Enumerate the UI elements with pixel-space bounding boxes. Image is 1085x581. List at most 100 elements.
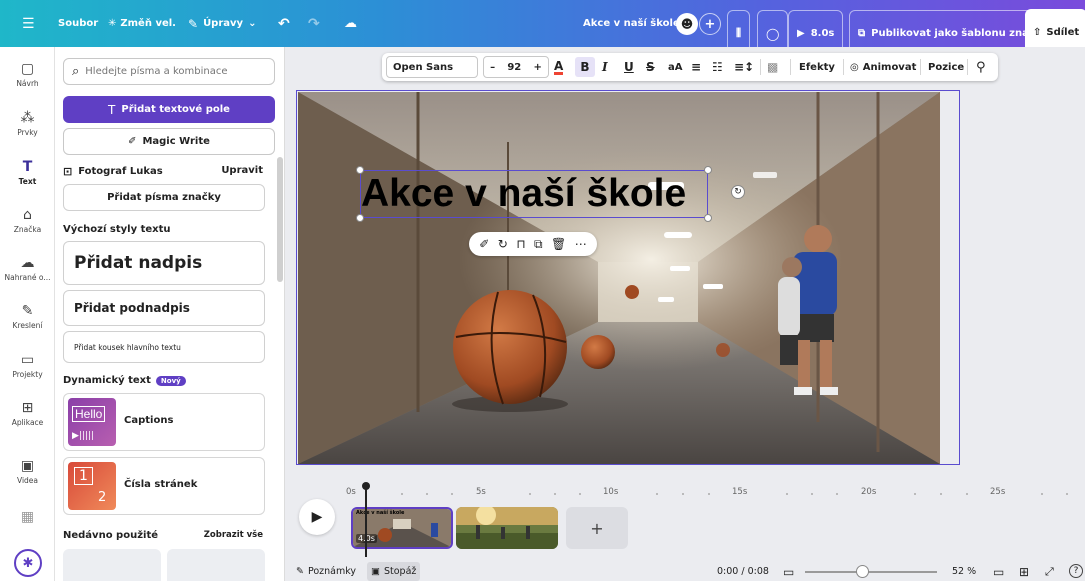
duplicate-icon[interactable]: ⧉	[534, 237, 543, 252]
rail-item-text[interactable]: T Text	[0, 159, 55, 186]
search-input[interactable]	[85, 66, 256, 77]
more-icon[interactable]: ⋯	[575, 237, 587, 251]
background-photo[interactable]	[298, 92, 940, 464]
resize-handle[interactable]	[356, 166, 364, 174]
upload-icon: ☁	[20, 255, 35, 271]
add-subheading-button[interactable]: Přidat podnadpis	[63, 290, 265, 326]
add-collaborator-button[interactable]: +	[699, 13, 721, 35]
captions-card[interactable]: Hello ▶||||| Captions	[63, 393, 265, 451]
document-title[interactable]: Akce v naší škole	[583, 0, 680, 47]
add-heading-button[interactable]: Přidat nadpis	[63, 241, 265, 285]
rail-item-more[interactable]: ▦	[0, 509, 55, 527]
strikethrough-button[interactable]: S	[646, 53, 655, 81]
help-icon[interactable]: ?	[1069, 564, 1083, 578]
effects-button[interactable]: Efekty	[799, 53, 835, 81]
timeline-clip-2[interactable]	[456, 507, 558, 549]
avatar[interactable]: ☻	[676, 13, 698, 35]
timeline-dot	[1066, 493, 1068, 495]
notes-button[interactable]: ✎ Poznámky	[296, 562, 356, 581]
add-body-text-button[interactable]: Přidat kousek hlavního textu	[63, 331, 265, 363]
position-button[interactable]: Pozice	[928, 53, 964, 81]
sparkle-icon: ✱	[22, 555, 34, 571]
page-numbers-card[interactable]: 1 2 Čísla stránek	[63, 457, 265, 515]
paint-format-icon[interactable]: ⚲	[976, 53, 986, 81]
font-size-stepper[interactable]: – 92 +	[483, 56, 549, 78]
align-icon[interactable]: ≡	[691, 53, 701, 81]
playhead-handle[interactable]	[362, 482, 370, 490]
redo-icon[interactable]: ↷	[308, 0, 320, 47]
lock-icon[interactable]: ⊓	[516, 237, 525, 251]
rail-item-uploads[interactable]: ☁ Nahrané o...	[0, 255, 55, 282]
transparency-icon[interactable]: ▩	[767, 53, 778, 81]
animate-icon: ◎	[850, 61, 859, 73]
text-toolbar: Open Sans – 92 + A B I U S aA ≡ ☷ ≡↕ ▩ E…	[382, 53, 998, 81]
panel-scrollbar[interactable]	[277, 157, 283, 287]
title-textbox[interactable]: Akce v naší škole	[360, 170, 708, 218]
timeline-tick: 10s	[603, 487, 619, 497]
rail-item-projects[interactable]: ▭ Projekty	[0, 352, 55, 379]
rail-item-videos[interactable]: ▣ Videa	[0, 458, 55, 485]
undo-icon[interactable]: ↶	[278, 0, 290, 47]
cloud-saved-icon[interactable]: ☁	[344, 0, 357, 47]
page-view-icon[interactable]: ▭	[783, 562, 794, 581]
bold-icon: B	[580, 60, 590, 74]
add-brand-fonts-button[interactable]: Přidat písma značky	[63, 184, 265, 211]
font-family-select[interactable]: Open Sans	[386, 56, 478, 78]
grid-view-icon[interactable]: ⊞	[1019, 562, 1029, 581]
timeline-dot	[579, 493, 581, 495]
timeline-toggle-button[interactable]: ▣ Stopáž	[367, 562, 421, 581]
magic-write-button[interactable]: ✐ Magic Write	[63, 128, 275, 155]
magic-assistant-button[interactable]: ✱	[14, 549, 42, 577]
zoom-slider[interactable]	[805, 571, 937, 573]
rail-item-elements[interactable]: ⁂ Prvky	[0, 110, 55, 137]
font-search[interactable]: ⌕	[63, 58, 275, 85]
play-button[interactable]: ▶	[299, 499, 335, 535]
canvas-title[interactable]: Akce v naší škole	[361, 171, 709, 219]
see-all-link[interactable]: Zobrazit vše	[204, 530, 263, 541]
add-textbox-button[interactable]: T Přidat textové pole	[63, 96, 275, 123]
animate-button[interactable]: ◎ Animovat	[850, 53, 916, 81]
spacing-icon[interactable]: ≡↕	[734, 53, 754, 81]
resize-handle[interactable]	[704, 214, 712, 222]
playhead[interactable]	[365, 485, 367, 557]
recent-item[interactable]	[63, 549, 161, 581]
replace-icon[interactable]: ↻	[498, 237, 508, 251]
file-menu[interactable]: Soubor	[58, 0, 98, 47]
magic-edit-icon[interactable]: ✐	[479, 237, 489, 251]
rail-item-brand[interactable]: ⌂ Značka	[0, 207, 55, 234]
resize-icon: ✳	[108, 18, 117, 29]
timeline: 0s 5s 10s 15s 20s 25s ▶ Akce v naší škol…	[296, 477, 1085, 557]
edit-brand-link[interactable]: Upravit	[221, 165, 263, 178]
recent-item[interactable]	[167, 549, 265, 581]
add-clip-button[interactable]: +	[566, 507, 628, 549]
timeline-dot	[656, 493, 658, 495]
scrollbar-thumb[interactable]	[277, 157, 283, 282]
bold-button[interactable]: B	[575, 57, 595, 77]
text-color-button[interactable]: A	[554, 53, 564, 81]
rail-item-design[interactable]: ▢ Návrh	[0, 61, 55, 88]
design-canvas[interactable]: Akce v naší škole ↻ ✐ ↻ ⊓ ⧉ 🗑 ⋯	[296, 90, 960, 465]
rail-item-draw[interactable]: ✎ Kreslení	[0, 303, 55, 330]
menu-icon[interactable]: ☰	[22, 0, 35, 47]
increase-size-button[interactable]: +	[533, 62, 541, 73]
italic-button[interactable]: I	[602, 53, 608, 81]
resize-button[interactable]: ✳ Změň vel.	[108, 0, 176, 47]
rotate-icon[interactable]: ↻	[731, 185, 745, 199]
italic-icon: I	[602, 60, 608, 74]
decrease-size-button[interactable]: –	[490, 62, 495, 73]
timeline-dot	[708, 493, 710, 495]
list-icon[interactable]: ☷	[712, 53, 723, 81]
editing-menu[interactable]: ✎ Úpravy ⌄	[188, 0, 256, 47]
rail-item-apps[interactable]: ⊞ Aplikace	[0, 400, 55, 427]
pages-icon[interactable]: ▭	[993, 562, 1004, 581]
delete-icon[interactable]: 🗑	[551, 237, 566, 251]
timeline-dot	[401, 493, 403, 495]
fullscreen-icon[interactable]: ⤢	[1045, 562, 1054, 581]
zoom-slider-handle[interactable]	[856, 565, 869, 578]
strikethrough-icon: S	[646, 60, 655, 74]
zoom-level[interactable]: 52 %	[952, 562, 976, 581]
underline-button[interactable]: U	[624, 53, 634, 81]
resize-handle[interactable]	[704, 166, 712, 174]
resize-handle[interactable]	[356, 214, 364, 222]
letter-case-button[interactable]: aA	[668, 53, 683, 81]
